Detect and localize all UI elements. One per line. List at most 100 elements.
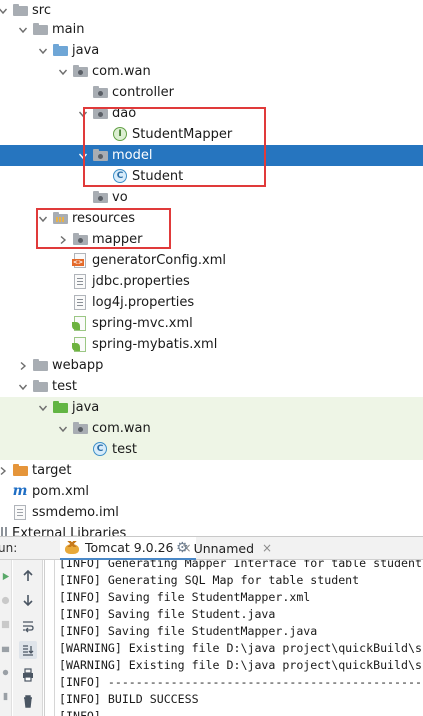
expand-arrow[interactable] xyxy=(18,361,28,371)
close-icon[interactable]: × xyxy=(262,541,272,555)
scroll-to-end-button[interactable] xyxy=(19,641,37,659)
rerun-icon[interactable] xyxy=(1,572,10,581)
tree-item-student[interactable]: C Student xyxy=(0,166,423,187)
debug-icon[interactable] xyxy=(1,596,10,605)
expand-arrow[interactable] xyxy=(78,109,88,119)
tree-item-label: spring-mybatis.xml xyxy=(92,337,218,352)
properties-file-icon xyxy=(74,294,86,310)
console-line: [WARNING] Existing file D:\java project\… xyxy=(59,658,423,672)
chevron-right-icon[interactable] xyxy=(18,361,28,371)
tree-item-label: webapp xyxy=(52,358,104,373)
tree-item-main[interactable]: main xyxy=(0,19,423,40)
console-line: [INFO] BUILD SUCCESS xyxy=(59,692,199,706)
chevron-right-icon[interactable] xyxy=(58,235,68,245)
tree-item-label: src xyxy=(32,3,51,18)
tree-item-label: main xyxy=(52,22,85,37)
gear-icon: ⚙ xyxy=(176,540,189,556)
folder-icon xyxy=(32,23,48,35)
chevron-down-icon[interactable] xyxy=(58,67,68,77)
tree-item-spring-mybatis-xml[interactable]: spring-mybatis.xml xyxy=(0,334,423,355)
tree-item-target[interactable]: target xyxy=(0,460,423,481)
folder-icon xyxy=(32,380,48,392)
tree-item-studentmapper[interactable]: I StudentMapper xyxy=(0,124,423,145)
expand-arrow[interactable] xyxy=(18,382,28,392)
tree-item-test[interactable]: test xyxy=(0,376,423,397)
expand-arrow[interactable] xyxy=(38,214,48,224)
expand-arrow[interactable] xyxy=(38,403,48,413)
tree-item-label: vo xyxy=(112,190,128,205)
expand-arrow[interactable] xyxy=(78,151,88,161)
tree-item-spring-mvc-xml[interactable]: spring-mvc.xml xyxy=(0,313,423,334)
tree-item-com-wan[interactable]: com.wan xyxy=(0,61,423,82)
chevron-down-icon[interactable] xyxy=(18,382,28,392)
left-gutter xyxy=(0,560,12,716)
console-output[interactable]: [INFO] Generating Mapper Interface for t… xyxy=(44,560,423,716)
maven-icon: m xyxy=(12,483,28,499)
tree-item-external-libraries[interactable]: External Libraries xyxy=(0,523,423,536)
spring-xml-icon xyxy=(72,315,86,331)
tree-item-label: mapper xyxy=(92,232,143,247)
run-panel-header: un: Tomcat 9.0.26 × ⚙ Unnamed × xyxy=(0,536,423,560)
tree-item-label: pom.xml xyxy=(32,484,89,499)
folder-icon xyxy=(52,44,68,56)
tree-item-log4j-properties[interactable]: log4j.properties xyxy=(0,292,423,313)
tab-unnamed-label: Unnamed xyxy=(193,540,255,556)
expand-arrow[interactable] xyxy=(18,25,28,35)
pin-icon[interactable] xyxy=(1,692,10,701)
run-panel-body: [INFO] Generating Mapper Interface for t… xyxy=(0,560,423,716)
tree-item-label: spring-mvc.xml xyxy=(92,316,193,331)
settings-icon[interactable] xyxy=(1,668,10,677)
expand-arrow[interactable] xyxy=(38,46,48,56)
stop-icon[interactable] xyxy=(1,620,10,629)
camera-icon[interactable] xyxy=(1,644,10,653)
tree-item-label: dao xyxy=(112,106,137,121)
chevron-down-icon[interactable] xyxy=(18,25,28,35)
console-line: [INFO] Saving file StudentMapper.java xyxy=(59,624,318,638)
chevron-down-icon[interactable] xyxy=(58,424,68,434)
print-button[interactable] xyxy=(19,666,37,684)
chevron-down-icon[interactable] xyxy=(38,403,48,413)
tree-item-test[interactable]: Ctest xyxy=(0,439,423,460)
soft-wrap-button[interactable] xyxy=(19,617,37,635)
tree-item-com-wan[interactable]: com.wan xyxy=(0,418,423,439)
clear-all-button[interactable] xyxy=(19,692,37,710)
console-line: [INFO] Generating SQL Map for table stud… xyxy=(59,573,360,587)
tab-unnamed[interactable]: ⚙ Unnamed × xyxy=(172,537,276,559)
tree-item-resources[interactable]: resources xyxy=(0,208,423,229)
tree-item-mapper[interactable]: mapper xyxy=(0,229,423,250)
expand-arrow[interactable] xyxy=(0,466,8,476)
expand-arrow[interactable] xyxy=(58,424,68,434)
tree-item-vo[interactable]: vo xyxy=(0,187,423,208)
scroll-down-button[interactable] xyxy=(19,591,37,609)
expand-arrow[interactable] xyxy=(0,6,8,16)
project-tree: src main java com.wan controller dao I StudentM… xyxy=(0,0,423,536)
chevron-down-icon[interactable] xyxy=(38,46,48,56)
console-line: [WARNING] Existing file D:\java project\… xyxy=(59,641,423,655)
tree-item-ssmdemo-iml[interactable]: ssmdemo.iml xyxy=(0,502,423,523)
tree-item-generatorconfig-xml[interactable]: <> generatorConfig.xml xyxy=(0,250,423,271)
resources-folder-icon xyxy=(52,212,68,224)
tree-item-jdbc-properties[interactable]: jdbc.properties xyxy=(0,271,423,292)
tree-item-java[interactable]: java xyxy=(0,397,423,418)
package-icon xyxy=(92,86,108,98)
tab-tomcat-label: Tomcat 9.0.26 xyxy=(85,540,174,555)
tree-item-controller[interactable]: controller xyxy=(0,82,423,103)
tree-item-model[interactable]: model xyxy=(0,145,423,166)
scroll-up-button[interactable] xyxy=(19,567,37,585)
tomcat-icon xyxy=(64,540,80,555)
chevron-down-icon[interactable] xyxy=(78,109,88,119)
tree-item-java[interactable]: java xyxy=(0,40,423,61)
expand-arrow[interactable] xyxy=(58,235,68,245)
tree-item-webapp[interactable]: webapp xyxy=(0,355,423,376)
chevron-down-icon[interactable] xyxy=(38,214,48,224)
tree-item-src[interactable]: src xyxy=(0,0,423,21)
folder-icon xyxy=(12,464,28,476)
tree-item-dao[interactable]: dao xyxy=(0,103,423,124)
chevron-down-icon[interactable] xyxy=(78,151,88,161)
libraries-icon xyxy=(0,527,7,536)
tree-item-pom-xml[interactable]: m pom.xml xyxy=(0,481,423,502)
chevron-down-icon[interactable] xyxy=(0,6,8,16)
chevron-right-icon[interactable] xyxy=(0,466,8,476)
console-line: [INFO] ---------------------------------… xyxy=(59,675,423,689)
expand-arrow[interactable] xyxy=(58,67,68,77)
